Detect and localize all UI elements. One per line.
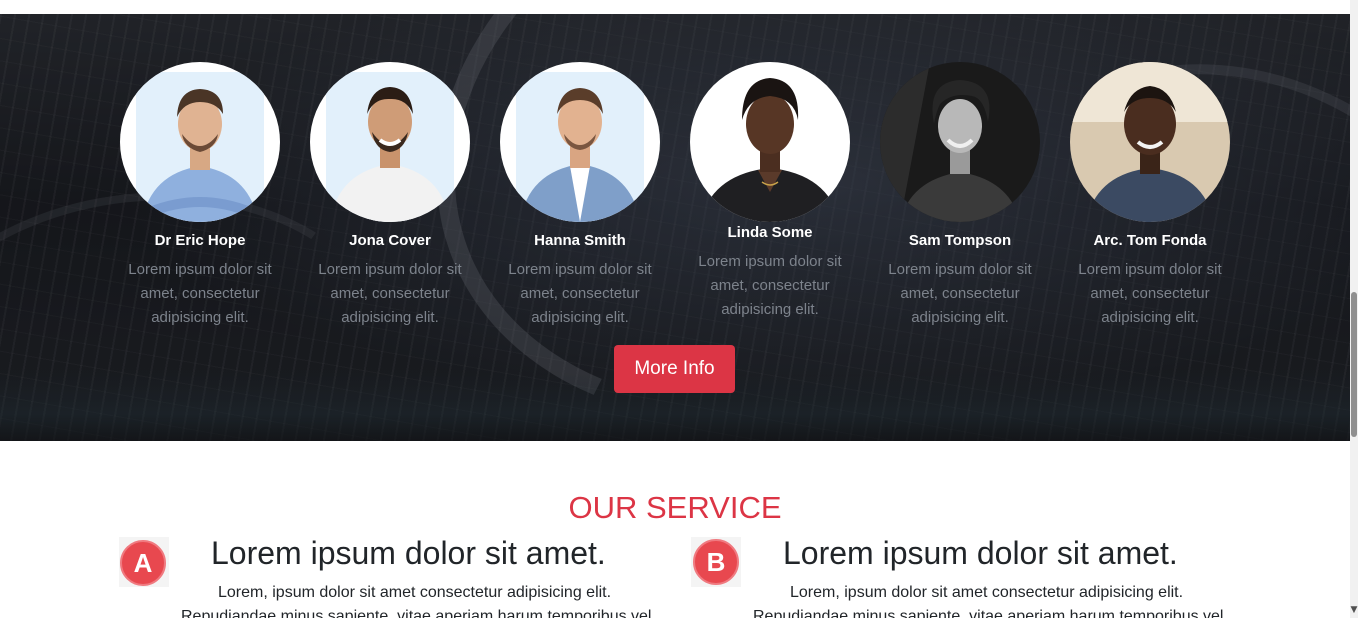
- page-scrollbar[interactable]: ▼: [1350, 0, 1358, 618]
- member-description: Lorem ipsum dolor sit amet, consectetur …: [508, 261, 652, 326]
- member-description: Lorem ipsum dolor sit amet, consectetur …: [698, 253, 842, 318]
- service-heading: Lorem ipsum dolor sit amet.: [211, 535, 606, 571]
- member-description: Lorem ipsum dolor sit amet, consectetur …: [318, 261, 462, 326]
- avatar: [690, 62, 850, 222]
- service-description: Lorem, ipsum dolor sit amet consectetur …: [790, 584, 1184, 601]
- service-description: Lorem, ipsum dolor sit amet consectetur …: [218, 584, 612, 601]
- avatar: [310, 62, 470, 222]
- avatar: [500, 62, 660, 222]
- svg-text:A: A: [134, 548, 153, 578]
- service-description: Repudiandae minus sapiente, vitae aperia…: [181, 608, 652, 618]
- team-section: Dr Eric Hope Lorem ipsum dolor sit amet,…: [0, 14, 1350, 441]
- scroll-down-arrow-icon[interactable]: ▼: [1350, 604, 1358, 616]
- member-name: Jona Cover: [349, 232, 431, 249]
- member-name: Sam Tompson: [908, 232, 1012, 249]
- member-name: Dr Eric Hope: [154, 232, 246, 249]
- service-description: Repudiandae minus sapiente, vitae aperia…: [753, 608, 1224, 618]
- letter-b-icon: B: [691, 537, 741, 587]
- avatar: [880, 62, 1040, 222]
- avatar: [120, 62, 280, 222]
- scrollbar-thumb[interactable]: [1351, 292, 1357, 437]
- member-name: Arc. Tom Fonda: [1093, 232, 1207, 249]
- avatar: [1070, 62, 1230, 222]
- member-description: Lorem ipsum dolor sit amet, consectetur …: [888, 261, 1032, 326]
- member-name: Hanna Smith: [534, 232, 626, 249]
- more-info-button[interactable]: More Info: [614, 345, 735, 393]
- letter-a-icon: A: [119, 537, 169, 587]
- top-strip: [0, 0, 1350, 14]
- member-description: Lorem ipsum dolor sit amet, consectetur …: [128, 261, 272, 326]
- section-title: OUR SERVICE: [568, 490, 782, 525]
- service-heading: Lorem ipsum dolor sit amet.: [783, 535, 1178, 571]
- svg-text:B: B: [707, 547, 726, 577]
- member-description: Lorem ipsum dolor sit amet, consectetur …: [1078, 261, 1222, 326]
- member-name: Linda Some: [727, 224, 813, 241]
